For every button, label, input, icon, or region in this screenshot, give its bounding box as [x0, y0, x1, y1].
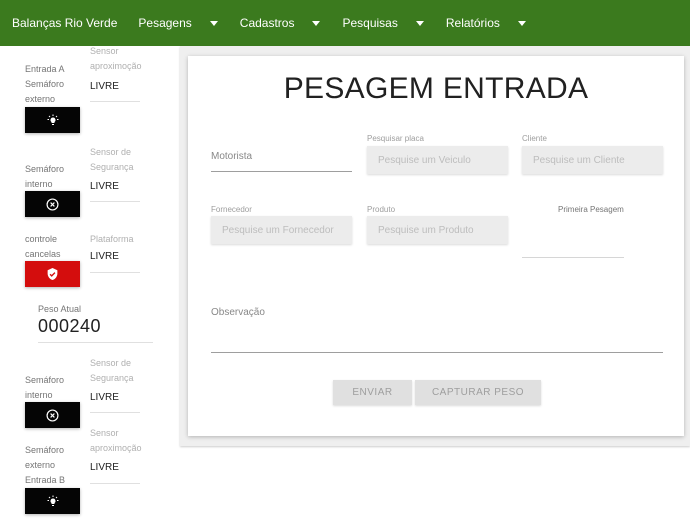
fornecedor-search-input[interactable]: Pesquise um Fornecedor: [211, 216, 352, 244]
entrada-a-line1: Entrada A: [25, 64, 65, 74]
menu-pesquisas[interactable]: Pesquisas: [342, 16, 424, 30]
close-circle-icon: [46, 197, 59, 211]
menu-cadastros[interactable]: Cadastros: [240, 16, 321, 30]
label-line2: cancelas: [25, 249, 61, 259]
controle-cancelas-label: controle cancelas: [25, 232, 61, 262]
sensor-seguranca-1-label: Sensor de Segurança: [90, 145, 134, 175]
chevron-down-icon: [209, 20, 218, 26]
sensor-label-line2: Segurança: [90, 373, 134, 383]
sensor-seguranca-1-value: LIVRE: [90, 181, 119, 192]
primeira-pesagem-label: Primeira Pesagem: [558, 205, 624, 214]
shield-check-icon: [47, 268, 58, 280]
observacao-input[interactable]: [211, 352, 663, 353]
semaforo-interno-2-label: Semáforo interno: [25, 373, 64, 403]
divider: [90, 412, 140, 413]
sensor-label-line1: Sensor de: [90, 147, 132, 157]
peso-atual-label: Peso Atual: [38, 304, 82, 314]
chevron-down-icon: [312, 20, 321, 26]
sensor-label-line1: Sensor de: [90, 358, 132, 368]
divider: [90, 483, 140, 484]
semaforo-interno-2-button[interactable]: [25, 402, 80, 428]
sensor-label-line1: Sensor: [90, 428, 119, 438]
label-line1: controle: [25, 234, 58, 244]
cliente-label: Cliente: [522, 134, 547, 143]
motorista-label: Motorista: [211, 151, 253, 162]
chevron-down-icon: [517, 20, 526, 26]
label-line2: interno: [25, 390, 53, 400]
sensor-seguranca-2-value: LIVRE: [90, 392, 119, 403]
semaforo-interno-1-label: Semáforo interno: [25, 162, 64, 192]
controle-cancelas-button[interactable]: [25, 261, 80, 287]
entrada-b-label: Semáforo externo Entrada B: [25, 443, 65, 488]
sensor-aproximacao-b-value: LIVRE: [90, 462, 119, 473]
divider: [38, 342, 153, 343]
top-navbar: Balanças Rio Verde Pesagens Cadastros Pe…: [0, 0, 690, 46]
sensor-label-line2: aproximoção: [90, 443, 142, 453]
lightbulb-icon: [47, 114, 58, 125]
produto-search-input[interactable]: Pesquise um Produto: [367, 216, 508, 244]
main-panel: PESAGEM ENTRADA Motorista Pesquisar plac…: [180, 46, 690, 446]
entrada-a-line2: Semáforo: [25, 79, 65, 89]
sensor-aproximacao-a-value: LIVRE: [90, 81, 119, 92]
sensor-label-line2: Segurança: [90, 162, 134, 172]
enviar-button[interactable]: ENVIAR: [333, 380, 412, 405]
capturar-peso-button[interactable]: CAPTURAR PESO: [415, 380, 541, 405]
sensor-label-line1: Sensor: [90, 46, 119, 56]
placa-search-input[interactable]: Pesquise um Veiculo: [367, 146, 508, 174]
produto-label: Produto: [367, 205, 396, 214]
divider: [90, 101, 140, 102]
plataforma-label: Plataforma: [90, 234, 134, 244]
menu-pesagens[interactable]: Pesagens: [138, 16, 218, 30]
semaforo-interno-1-button[interactable]: [25, 191, 80, 217]
label-line1: Semáforo: [25, 375, 65, 385]
label-line2: interno: [25, 179, 53, 189]
placa-label: Pesquisar placa: [367, 134, 424, 143]
observacao-label: Observação: [211, 307, 265, 318]
pesagem-form-card: PESAGEM ENTRADA Motorista Pesquisar plac…: [188, 56, 684, 436]
menu-pesquisas-label: Pesquisas: [342, 16, 398, 30]
semaforo-externo-b-button[interactable]: [25, 488, 80, 514]
chevron-down-icon: [415, 20, 424, 26]
semaforo-externo-a-button[interactable]: [25, 107, 80, 133]
primeira-pesagem-input[interactable]: [522, 257, 624, 258]
label-line3: Entrada B: [25, 475, 66, 485]
page-title: PESAGEM ENTRADA: [283, 72, 589, 105]
sensor-seguranca-2-label: Sensor de Segurança: [90, 356, 134, 386]
sensor-aproximacao-b-label: Sensor aproximoção: [90, 426, 142, 456]
fornecedor-label: Fornecedor: [211, 205, 252, 214]
motorista-input[interactable]: [211, 171, 352, 172]
menu-cadastros-label: Cadastros: [239, 16, 295, 30]
lightbulb-icon: [47, 495, 58, 506]
menu-pesagens-label: Pesagens: [138, 16, 192, 30]
label-line1: Semáforo: [25, 445, 65, 455]
sensor-label-line2: aproximoção: [90, 61, 142, 71]
entrada-a-label: Entrada A Semáforo externo: [25, 62, 65, 107]
divider: [90, 272, 140, 273]
divider: [90, 201, 140, 202]
label-line1: Semáforo: [25, 164, 65, 174]
menu-relatorios-label: Relatórios: [445, 16, 500, 30]
plataforma-value: LIVRE: [90, 251, 119, 262]
close-circle-icon: [46, 408, 59, 422]
entrada-a-line3: externo: [25, 94, 56, 104]
cliente-search-input[interactable]: Pesquise um Cliente: [522, 146, 663, 174]
sidebar: Entrada A Semáforo externo Sensor aproxi…: [0, 46, 178, 525]
brand-title[interactable]: Balanças Rio Verde: [12, 16, 117, 30]
label-line2: externo: [25, 460, 56, 470]
peso-atual-value: 000240: [38, 316, 102, 336]
menu-relatorios[interactable]: Relatórios: [446, 16, 526, 30]
sensor-aproximacao-a-label: Sensor aproximoção: [90, 44, 142, 74]
